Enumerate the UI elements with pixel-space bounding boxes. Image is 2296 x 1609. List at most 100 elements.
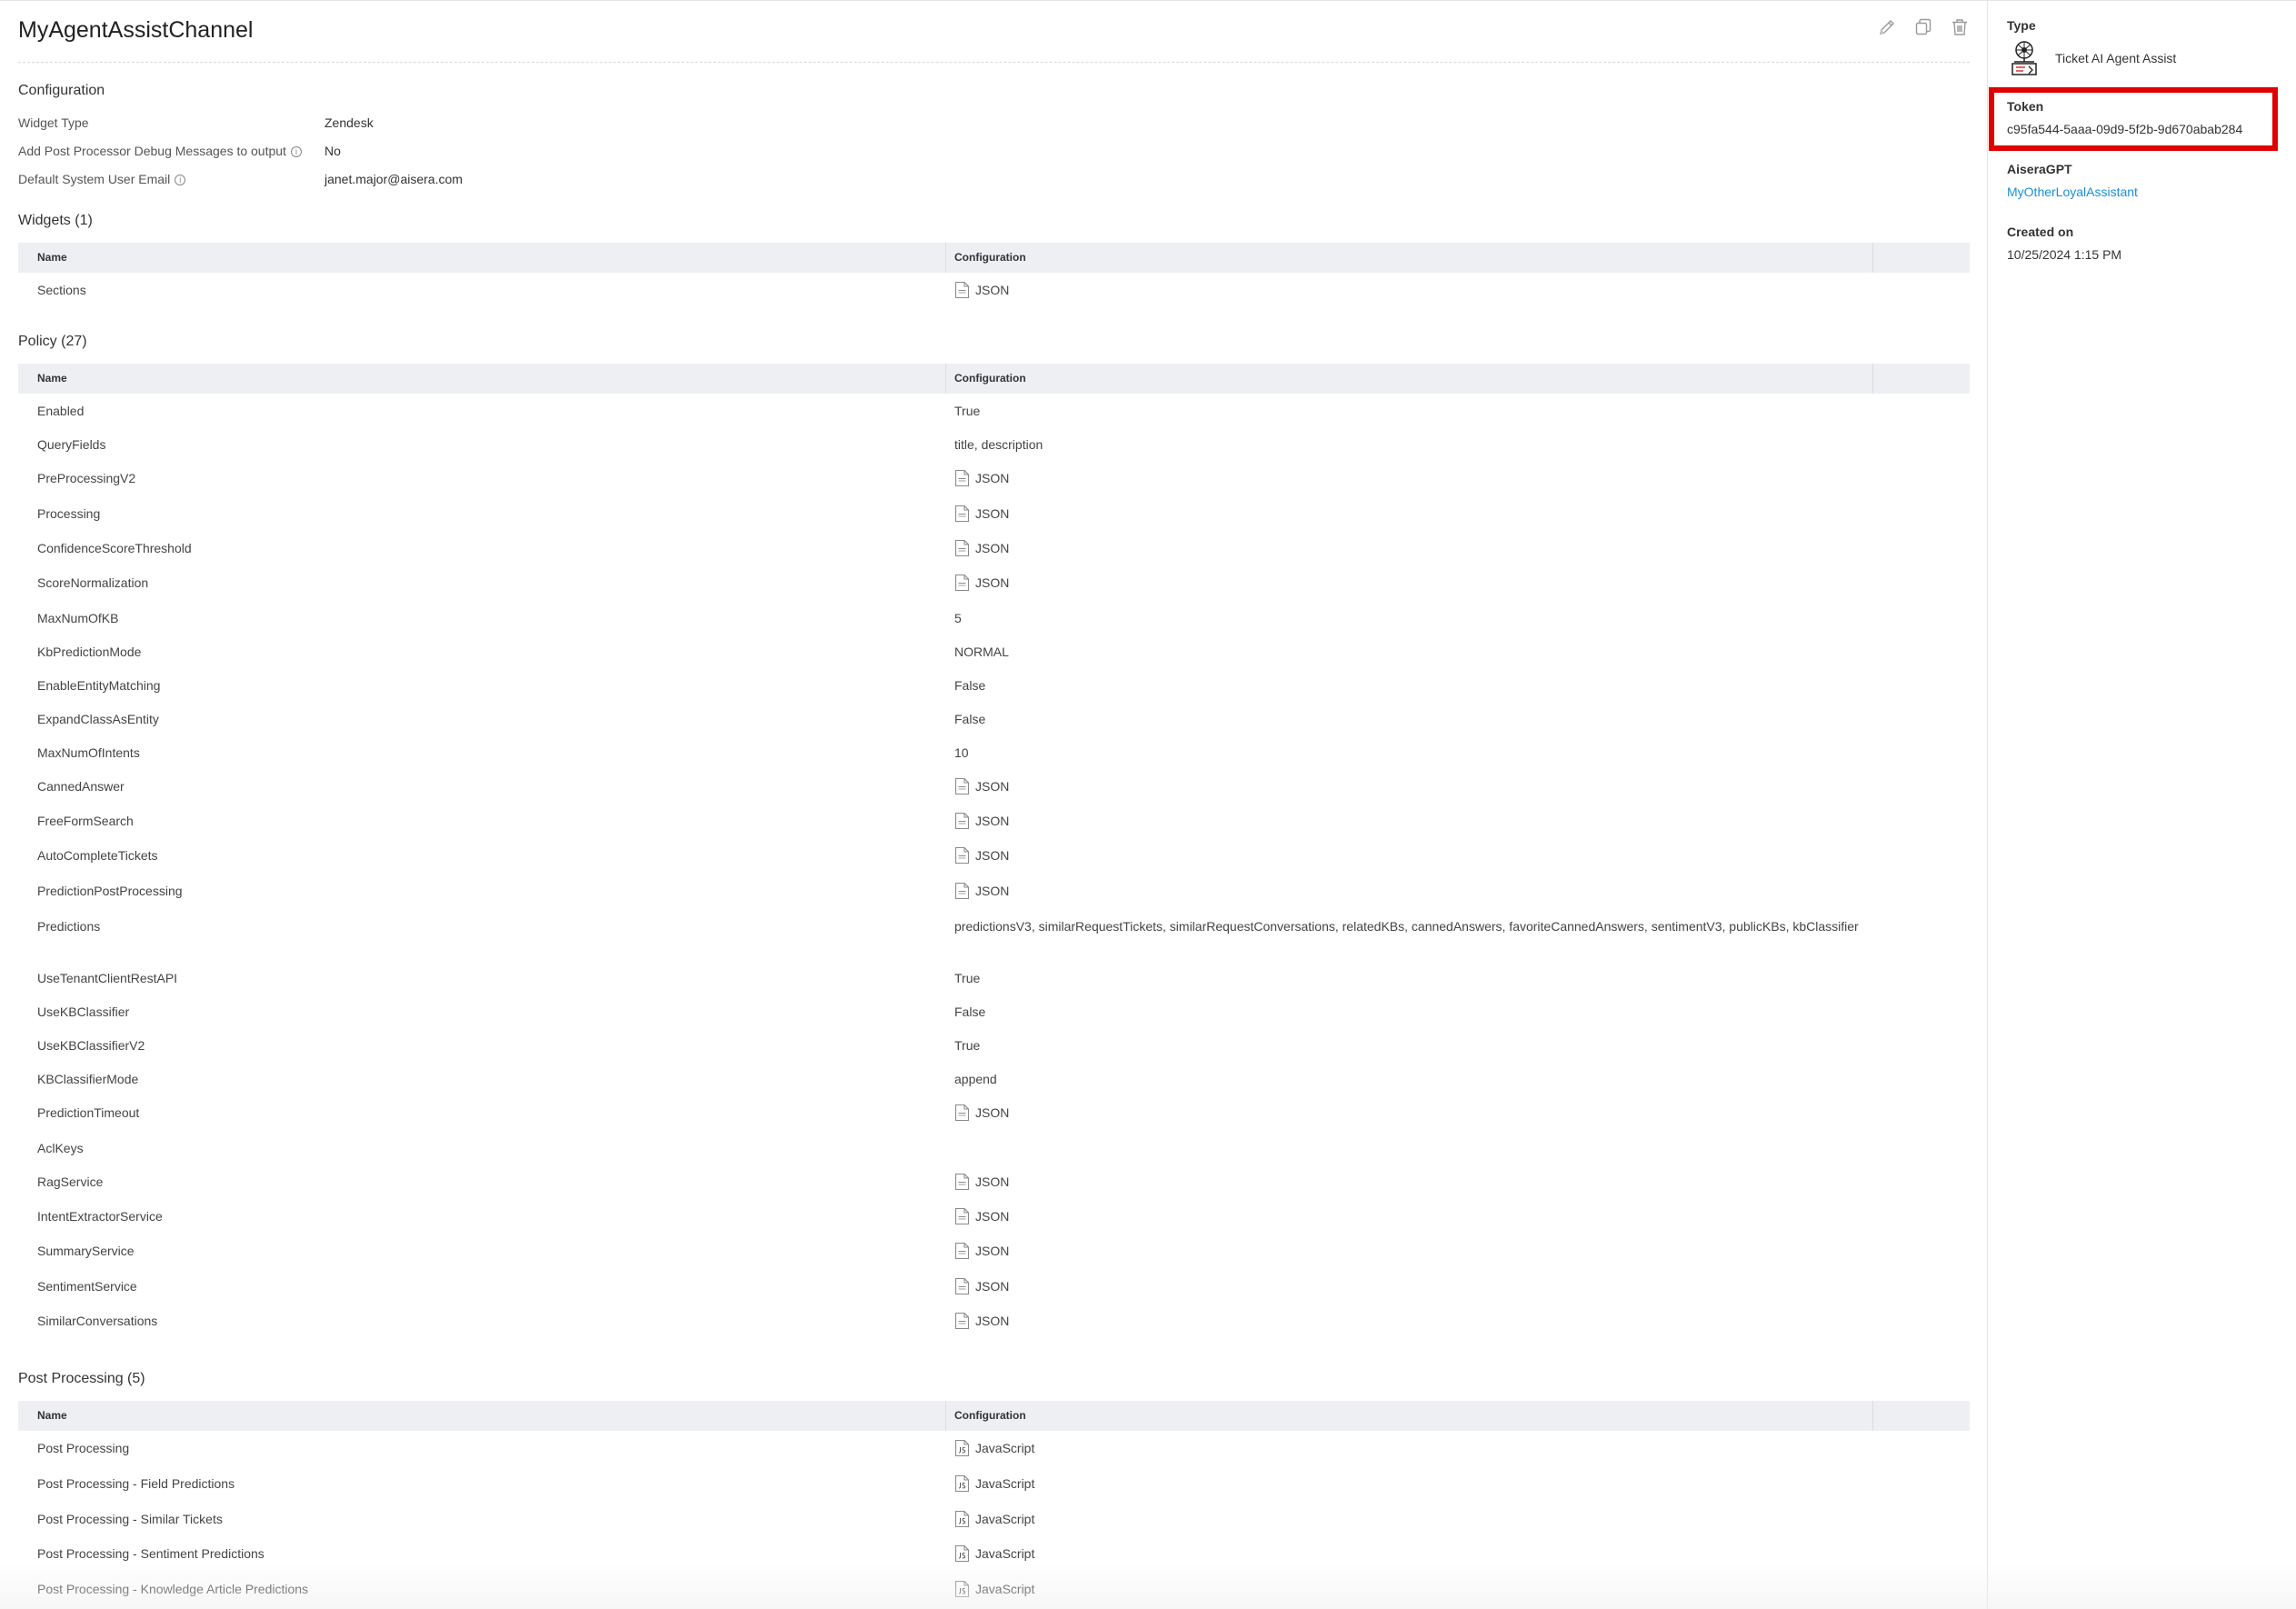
row-configuration[interactable]: JavaScript bbox=[954, 1510, 1863, 1529]
column-divider bbox=[1872, 243, 1873, 273]
row-name: ScoreNormalization bbox=[37, 575, 149, 590]
row-configuration-text: JSON bbox=[975, 1105, 1010, 1120]
column-divider bbox=[945, 1401, 946, 1431]
column-header-name: Name bbox=[37, 372, 67, 385]
row-name: UseKBClassifier bbox=[37, 1004, 130, 1019]
row-configuration: title, description bbox=[954, 435, 1863, 455]
row-configuration[interactable]: JavaScript bbox=[954, 1439, 1863, 1458]
column-header-name: Name bbox=[37, 251, 67, 264]
row-configuration[interactable]: JSON bbox=[954, 846, 1863, 865]
row-configuration: predictionsV3, similarRequestTickets, si… bbox=[954, 917, 1863, 936]
aiseragpt-label: AiseraGPT bbox=[2007, 162, 2072, 176]
column-divider bbox=[945, 364, 946, 394]
configuration-title: Configuration bbox=[18, 83, 105, 98]
row-name: Post Processing - Sentiment Predictions bbox=[37, 1546, 265, 1561]
pencil-icon[interactable] bbox=[1877, 17, 1897, 37]
column-header-name: Name bbox=[37, 1409, 67, 1422]
row-configuration-text: JSON bbox=[975, 814, 1010, 828]
row-name: Processing bbox=[37, 506, 101, 521]
row-name: KBClassifierMode bbox=[37, 1072, 139, 1086]
row-configuration-text: JSON bbox=[975, 848, 1010, 863]
config-label: Widget Type bbox=[18, 113, 89, 133]
row-configuration-text: NORMAL bbox=[954, 645, 1009, 659]
policy-title: Policy (27) bbox=[18, 334, 87, 349]
row-name: Post Processing - Similar Tickets bbox=[37, 1512, 223, 1526]
row-configuration[interactable]: JSON bbox=[954, 882, 1863, 901]
row-configuration[interactable]: JSON bbox=[954, 812, 1863, 831]
token-highlight-box bbox=[1989, 87, 2278, 151]
row-configuration: False bbox=[954, 710, 1863, 729]
row-configuration-text: JSON bbox=[975, 506, 1010, 521]
row-configuration-text: JSON bbox=[975, 884, 1010, 898]
post-processing-title: Post Processing (5) bbox=[18, 1371, 145, 1386]
row-name: ExpandClassAsEntity bbox=[37, 712, 159, 726]
table-header: Name Configuration bbox=[18, 243, 1970, 273]
column-header-configuration: Configuration bbox=[954, 372, 1026, 385]
post-processing-table: Name Configuration Post Processing JavaSc… bbox=[18, 1401, 1970, 1598]
row-configuration-text: JSON bbox=[975, 1209, 1010, 1224]
row-configuration[interactable]: JSON bbox=[954, 1242, 1863, 1261]
config-value: No bbox=[324, 144, 341, 158]
row-configuration-text: JSON bbox=[975, 283, 1010, 297]
row-name: PredictionPostProcessing bbox=[37, 884, 183, 898]
row-configuration-text: JSON bbox=[975, 1314, 1010, 1328]
json-file-icon bbox=[954, 1277, 970, 1295]
row-configuration-text: JavaScript bbox=[975, 1441, 1035, 1455]
row-configuration[interactable]: JSON bbox=[954, 1104, 1863, 1123]
page-header: MyAgentAssistChannel bbox=[18, 1, 1970, 63]
row-configuration-text: JSON bbox=[975, 779, 1010, 794]
json-file-icon bbox=[954, 539, 970, 557]
json-file-icon bbox=[954, 812, 970, 830]
row-configuration[interactable]: JSON bbox=[954, 505, 1863, 524]
row-name: PredictionTimeout bbox=[37, 1105, 140, 1120]
config-value: Zendesk bbox=[324, 115, 374, 130]
agent-assist-icon bbox=[2007, 39, 2055, 77]
widgets-table: Name Configuration Sections JSON bbox=[18, 243, 1970, 299]
row-configuration[interactable]: JSON bbox=[954, 281, 1863, 300]
row-name: IntentExtractorService bbox=[37, 1209, 163, 1224]
row-configuration[interactable]: JSON bbox=[954, 777, 1863, 796]
row-configuration[interactable]: JSON bbox=[954, 1207, 1863, 1226]
row-name: SentimentService bbox=[37, 1279, 137, 1294]
json-file-icon bbox=[954, 574, 970, 592]
js-file-icon bbox=[954, 1510, 970, 1528]
row-configuration[interactable]: JSON bbox=[954, 1277, 1863, 1296]
json-file-icon bbox=[954, 1104, 970, 1122]
js-file-icon bbox=[954, 1580, 970, 1598]
js-file-icon bbox=[954, 1439, 970, 1457]
row-configuration[interactable]: JSON bbox=[954, 1312, 1863, 1331]
type-label: Type bbox=[2007, 18, 2036, 33]
row-configuration[interactable]: JavaScript bbox=[954, 1474, 1863, 1494]
json-file-icon bbox=[954, 882, 970, 900]
row-name: Post Processing bbox=[37, 1441, 130, 1455]
json-file-icon bbox=[954, 846, 970, 864]
config-label-text: Widget Type bbox=[18, 115, 89, 130]
row-configuration-text: JavaScript bbox=[975, 1582, 1035, 1596]
info-icon[interactable]: i bbox=[175, 175, 186, 186]
trash-icon[interactable] bbox=[1950, 17, 1970, 37]
row-configuration[interactable]: JSON bbox=[954, 539, 1863, 558]
aiseragpt-link[interactable]: MyOtherLoyalAssistant bbox=[2007, 183, 2138, 201]
row-configuration[interactable]: JSON bbox=[954, 1173, 1863, 1192]
row-configuration: append bbox=[954, 1070, 1863, 1089]
row-configuration[interactable]: JavaScript bbox=[954, 1580, 1863, 1599]
row-configuration[interactable]: JavaScript bbox=[954, 1544, 1863, 1564]
row-name: PreProcessingV2 bbox=[37, 471, 136, 485]
info-icon[interactable]: i bbox=[290, 146, 302, 158]
json-file-icon bbox=[954, 281, 970, 299]
row-configuration: 10 bbox=[954, 744, 1863, 763]
row-configuration-text: True bbox=[954, 404, 981, 418]
table-header: Name Configuration bbox=[18, 364, 1970, 394]
row-configuration[interactable]: JSON bbox=[954, 469, 1863, 488]
row-configuration-text: JSON bbox=[975, 1174, 1010, 1189]
row-configuration-text: JSON bbox=[975, 471, 1010, 485]
json-file-icon bbox=[954, 1207, 970, 1225]
row-name: KbPredictionMode bbox=[37, 645, 142, 659]
copy-icon[interactable] bbox=[1913, 17, 1933, 37]
column-divider bbox=[945, 243, 946, 273]
row-configuration-text: append bbox=[954, 1072, 997, 1086]
json-file-icon bbox=[954, 505, 970, 523]
type-block: Type Ticket AI Agent Assist bbox=[2007, 17, 2176, 77]
aiseragpt-block: AiseraGPT MyOtherLoyalAssistant bbox=[2007, 161, 2138, 201]
row-configuration[interactable]: JSON bbox=[954, 574, 1863, 593]
